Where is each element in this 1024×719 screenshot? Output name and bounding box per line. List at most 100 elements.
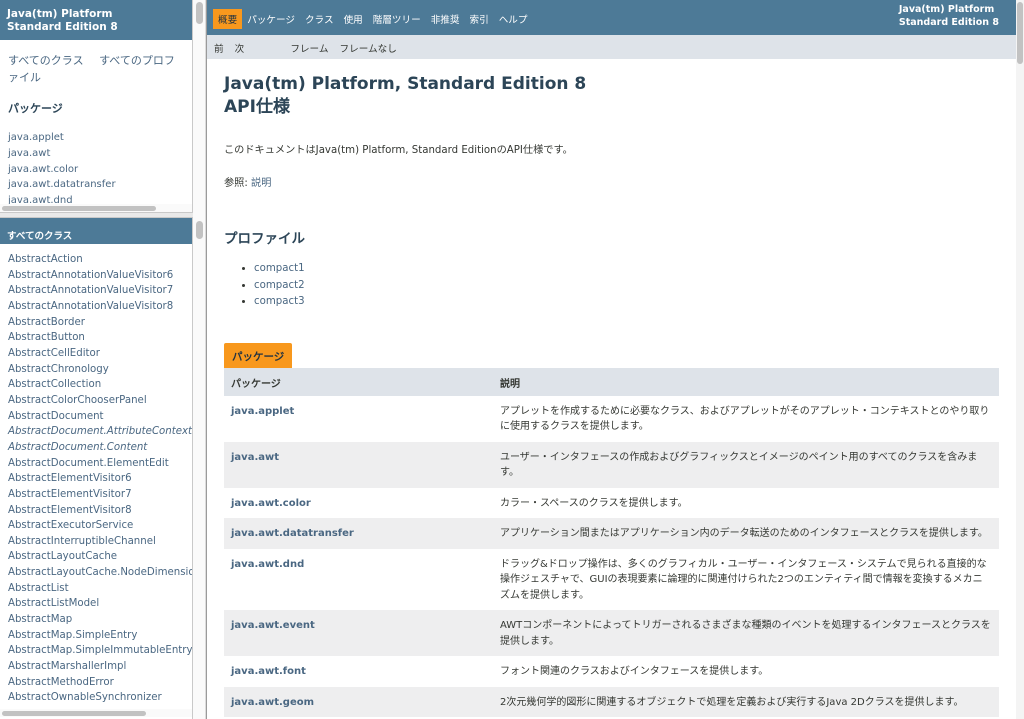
class-link[interactable]: AbstractChronology (8, 364, 109, 375)
class-link[interactable]: AbstractMap.SimpleEntry (8, 630, 137, 641)
title-line1: Java(tm) Platform, Standard Edition 8 (224, 74, 587, 94)
class-link[interactable]: AbstractList (8, 583, 69, 594)
class-link[interactable]: AbstractOwnableSynchronizer (8, 692, 162, 703)
class-list-item: AbstractDocument.ElementEdit (8, 456, 184, 472)
profile-link[interactable]: compact1 (254, 263, 305, 274)
package-list-item: java.awt.color (8, 162, 184, 178)
class-link[interactable]: AbstractLayoutCache (8, 551, 117, 562)
package-link[interactable]: java.awt (8, 148, 50, 159)
class-link[interactable]: AbstractElementVisitor8 (8, 505, 132, 516)
profile-link[interactable]: compact3 (254, 296, 305, 307)
nav-item[interactable]: 階層ツリー (368, 9, 426, 29)
package-name-cell: java.awt.event (224, 610, 493, 656)
horizontal-scrollbar[interactable] (0, 709, 192, 717)
package-name-link[interactable]: java.awt.geom (231, 697, 314, 708)
package-description-cell: 2次元幾何学的図形に関連するオブジェクトで処理を定義および実行するJava 2D… (493, 686, 999, 717)
description-link[interactable]: 説明 (251, 178, 271, 189)
class-link[interactable]: AbstractMap.SimpleImmutableEntry (8, 645, 192, 656)
package-name-link[interactable]: java.applet (231, 406, 294, 417)
scrollbar-thumb[interactable] (2, 206, 156, 211)
class-list-item: AbstractColorChooserPanel (8, 393, 184, 409)
class-list-item: AbstractElementVisitor7 (8, 487, 184, 503)
package-table: パッケージ 説明 java.applet アプレットを作成するために必要なクラス、… (224, 367, 999, 717)
scrollbar-thumb[interactable] (1017, 2, 1023, 64)
class-link[interactable]: AbstractElementVisitor7 (8, 489, 132, 500)
class-link[interactable]: AbstractAnnotationValueVisitor7 (8, 285, 173, 296)
all-classes-link[interactable]: すべてのクラス (8, 54, 84, 67)
class-list-item: AbstractMethodError (8, 675, 184, 691)
class-link[interactable]: AbstractDocument.Content (8, 442, 147, 453)
class-link[interactable]: AbstractBorder (8, 317, 85, 328)
class-link[interactable]: AbstractDocument.ElementEdit (8, 458, 169, 469)
class-link[interactable]: AbstractMap (8, 614, 72, 625)
about-line1: Java(tm) Platform (898, 4, 995, 15)
class-link[interactable]: AbstractColorChooserPanel (8, 395, 147, 406)
class-link[interactable]: AbstractExecutorService (8, 520, 133, 531)
table-row: java.awt ユーザー・インタフェースの作成およびグラフィックスとイメージのペ… (224, 441, 999, 488)
class-link[interactable]: AbstractDocument (8, 411, 104, 422)
class-link[interactable]: AbstractCollection (8, 379, 101, 390)
class-list-item: AbstractElementVisitor6 (8, 471, 184, 487)
column-header-description: 説明 (493, 367, 999, 396)
class-list-item: AbstractChronology (8, 362, 184, 378)
horizontal-scrollbar[interactable] (0, 204, 192, 212)
class-link[interactable]: AbstractMarshallerImpl (8, 661, 126, 672)
class-list: AbstractAction AbstractAnnotationValueVis… (0, 244, 192, 714)
scrollbar-thumb[interactable] (196, 2, 203, 24)
table-row: java.awt.color カラー・スペースのクラスを提供します。 (224, 488, 999, 519)
class-link[interactable]: AbstractLayoutCache.NodeDimensions (8, 567, 192, 578)
package-list-item: java.awt (8, 146, 184, 162)
class-link[interactable]: AbstractAnnotationValueVisitor8 (8, 301, 173, 312)
class-list-item: AbstractList (8, 581, 184, 597)
table-row: java.awt.geom 2次元幾何学的図形に関連するオブジェクトで処理を定義お… (224, 686, 999, 717)
header-line1: Java(tm) Platform (7, 8, 113, 20)
right-vertical-scrollbar[interactable] (1016, 0, 1024, 719)
about-language: Java(tm) Platform Standard Edition 8 (899, 3, 999, 29)
class-list-item: AbstractDocument.Content (8, 440, 184, 456)
left-vertical-scrollbars[interactable] (193, 0, 206, 719)
all-classes-frame: すべてのクラス AbstractAction AbstractAnnotation… (0, 218, 193, 719)
class-link[interactable]: AbstractCellEditor (8, 348, 100, 359)
profile-link[interactable]: compact2 (254, 280, 305, 291)
package-link[interactable]: java.awt.color (8, 164, 78, 175)
package-link[interactable]: java.awt.datatransfer (8, 179, 116, 190)
package-link[interactable]: java.applet (8, 132, 64, 143)
class-link[interactable]: AbstractElementVisitor6 (8, 473, 132, 484)
class-link[interactable]: AbstractButton (8, 332, 85, 343)
prev-link: 前 (214, 44, 224, 55)
class-link[interactable]: AbstractDocument.AttributeContext (8, 426, 192, 437)
class-link[interactable]: AbstractInterruptibleChannel (8, 536, 156, 547)
package-name-cell: java.awt.datatransfer (224, 518, 493, 549)
class-list-item: AbstractDocument (8, 409, 184, 425)
package-name-cell: java.awt.color (224, 488, 493, 519)
scrollbar-thumb[interactable] (2, 711, 146, 716)
package-name-link[interactable]: java.awt.dnd (231, 559, 304, 570)
class-link[interactable]: AbstractMethodError (8, 677, 114, 688)
nav-item[interactable]: 非推奨 (426, 9, 465, 29)
package-list-item: java.applet (8, 130, 184, 146)
nav-item[interactable]: クラス (300, 9, 339, 29)
nav-item[interactable]: 使用 (339, 9, 368, 29)
frames-link[interactable]: フレーム (290, 44, 328, 55)
see-label: 参照: (224, 178, 252, 189)
nav-item[interactable]: ヘルプ (494, 9, 533, 29)
class-link[interactable]: AbstractAction (8, 254, 83, 265)
sub-navbar: 前 次 フレーム フレームなし (207, 35, 1016, 59)
scrollbar-thumb[interactable] (196, 221, 203, 239)
class-list-item: AbstractMap (8, 612, 184, 628)
package-name-link[interactable]: java.awt.font (231, 666, 306, 677)
class-link[interactable]: AbstractListModel (8, 598, 99, 609)
class-list-item: AbstractOwnableSynchronizer (8, 690, 184, 706)
class-link[interactable]: AbstractAnnotationValueVisitor6 (8, 270, 173, 281)
no-frames-link[interactable]: フレームなし (340, 44, 397, 55)
package-name-link[interactable]: java.awt.event (231, 620, 315, 631)
profile-item: compact2 (254, 278, 999, 295)
package-name-link[interactable]: java.awt.color (231, 498, 311, 509)
package-name-link[interactable]: java.awt.datatransfer (231, 528, 354, 539)
class-list-item: AbstractAction (8, 252, 184, 268)
nav-item[interactable]: 索引 (465, 9, 494, 29)
class-list-item: AbstractExecutorService (8, 518, 184, 534)
package-name-link[interactable]: java.awt (231, 452, 279, 463)
nav-item[interactable]: パッケージ (242, 9, 300, 29)
class-list-item: AbstractElementVisitor8 (8, 503, 184, 519)
